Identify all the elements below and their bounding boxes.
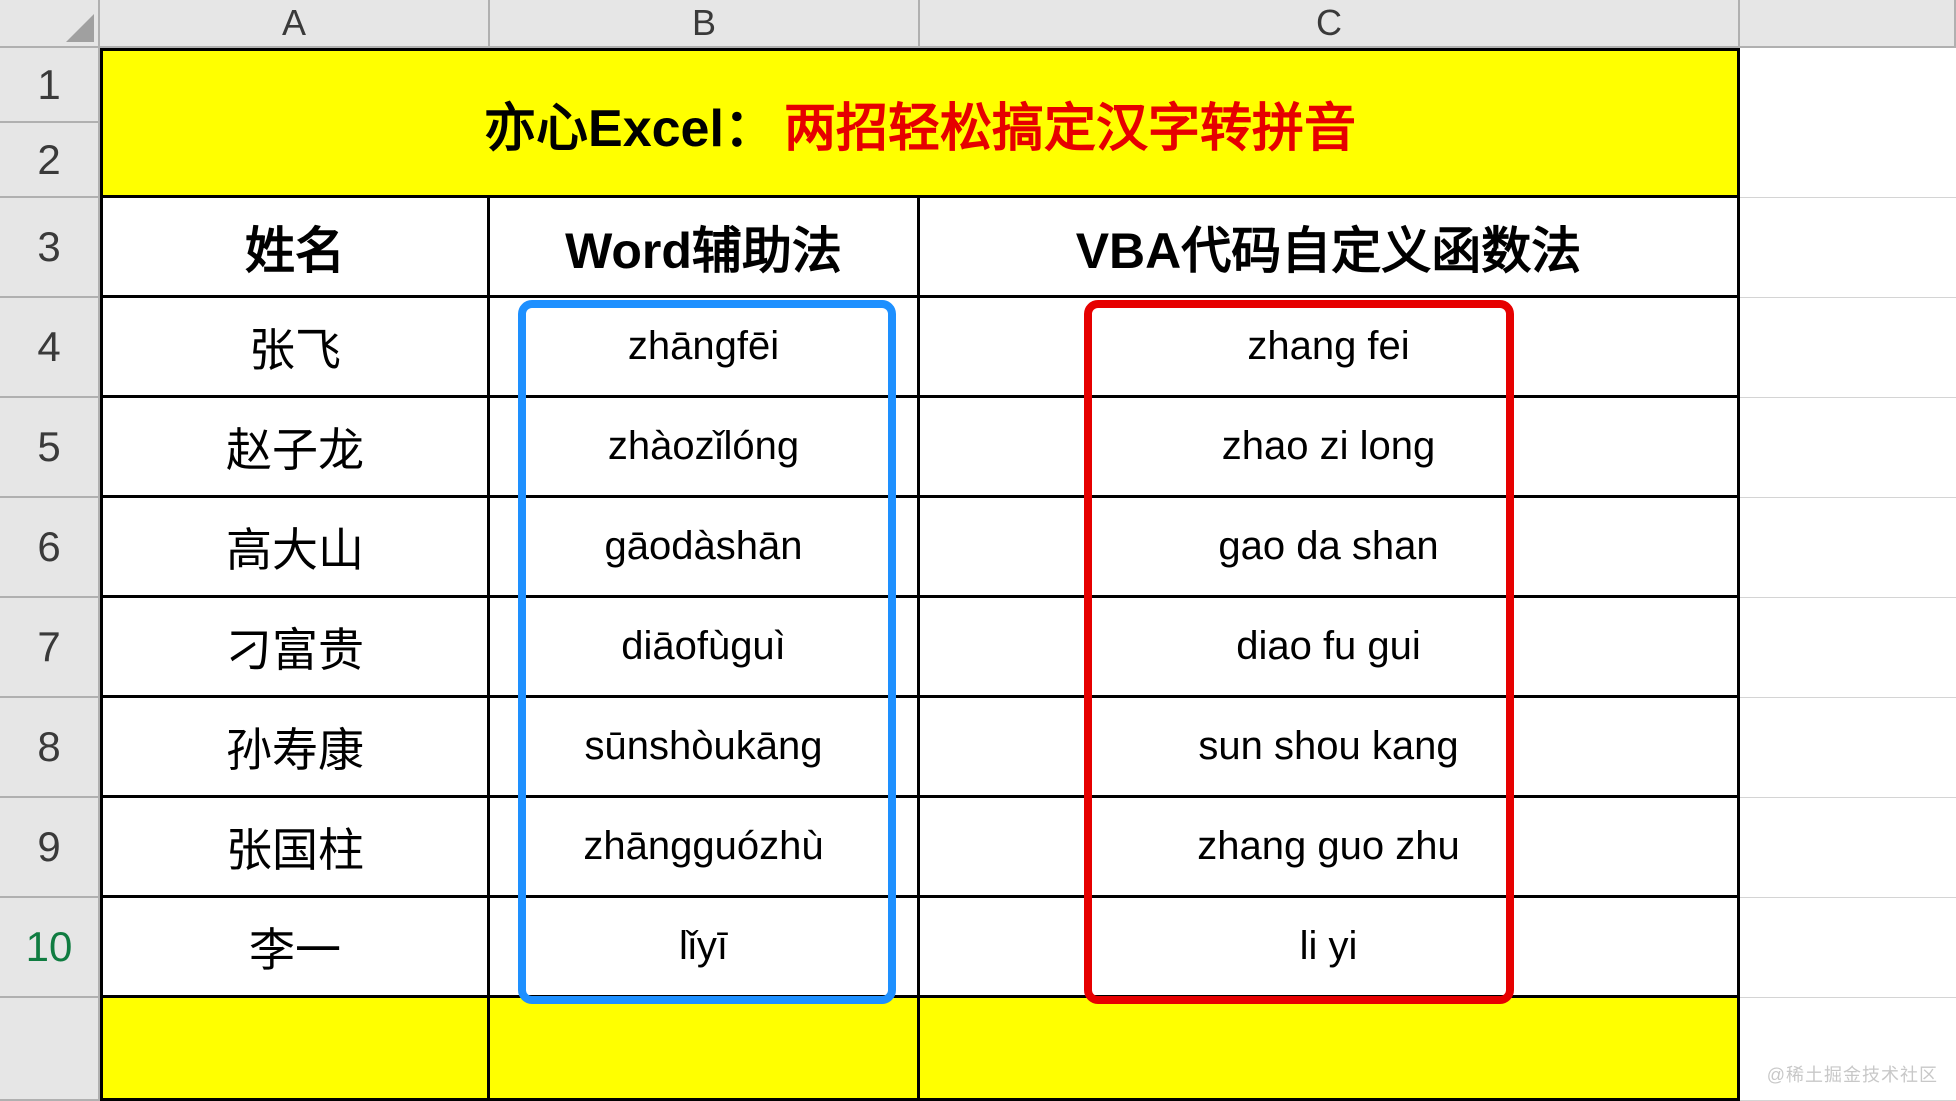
row-header-9[interactable]: 9 (0, 798, 100, 898)
cell-word[interactable]: zhàozǐlóng (490, 398, 920, 498)
cell-name[interactable]: 张国柱 (100, 798, 490, 898)
watermark: @稀土掘金技术社区 (1767, 1061, 1938, 1087)
cell-vba[interactable]: li yi (920, 898, 1740, 998)
cell-vba[interactable]: zhao zi long (920, 398, 1740, 498)
row-header-8[interactable]: 8 (0, 698, 100, 798)
col-header-rest[interactable] (1740, 0, 1956, 48)
cell-blank[interactable] (1740, 398, 1956, 498)
spreadsheet: A B C 1 2 3 4 5 6 7 8 9 10 亦心Excel： 两招轻松… (0, 0, 1956, 1101)
table-row: 高大山 gāodàshān gao da shan (100, 498, 1956, 598)
cell-name[interactable]: 刁富贵 (100, 598, 490, 698)
header-cell-word[interactable]: Word辅助法 (490, 198, 920, 298)
cell-word[interactable]: sūnshòukāng (490, 698, 920, 798)
title-cell[interactable]: 亦心Excel： 两招轻松搞定汉字转拼音 (100, 48, 1740, 198)
grid-body: 亦心Excel： 两招轻松搞定汉字转拼音 姓名 Word辅助法 VBA代码自定义… (100, 48, 1956, 1101)
row-header-4[interactable]: 4 (0, 298, 100, 398)
select-all-corner[interactable] (0, 0, 100, 48)
cell-blank[interactable] (1740, 898, 1956, 998)
cell-name[interactable]: 赵子龙 (100, 398, 490, 498)
cell-name[interactable]: 张飞 (100, 298, 490, 398)
row-header-3[interactable]: 3 (0, 198, 100, 298)
cell-vba[interactable]: gao da shan (920, 498, 1740, 598)
title-part2: 两招轻松搞定汉字转拼音 (784, 86, 1356, 161)
row-headers: 1 2 3 4 5 6 7 8 9 10 (0, 48, 100, 1101)
table-row: 刁富贵 diāofùguì diao fu gui (100, 598, 1956, 698)
cell-blank[interactable] (1740, 48, 1956, 198)
cell-vba[interactable]: sun shou kang (920, 698, 1740, 798)
cell-blank[interactable] (490, 998, 920, 1101)
header-cell-vba[interactable]: VBA代码自定义函数法 (920, 198, 1740, 298)
cell-blank[interactable] (1740, 798, 1956, 898)
cell-word[interactable]: diāofùguì (490, 598, 920, 698)
row-header-5[interactable]: 5 (0, 398, 100, 498)
cell-blank[interactable] (1740, 498, 1956, 598)
cell-blank[interactable] (100, 998, 490, 1101)
table-row: 张飞 zhāngfēi zhang fei (100, 298, 1956, 398)
header-cell-name[interactable]: 姓名 (100, 198, 490, 298)
cell-blank[interactable] (1740, 698, 1956, 798)
cell-blank[interactable] (1740, 198, 1956, 298)
table-row: 赵子龙 zhàozǐlóng zhao zi long (100, 398, 1956, 498)
cell-vba[interactable]: zhang fei (920, 298, 1740, 398)
cell-name[interactable]: 高大山 (100, 498, 490, 598)
cell-blank[interactable] (1740, 298, 1956, 398)
row-header-2[interactable]: 2 (0, 123, 100, 198)
cell-word[interactable]: zhāngfēi (490, 298, 920, 398)
col-header-c[interactable]: C (920, 0, 1740, 48)
cell-blank[interactable] (920, 998, 1740, 1101)
cell-name[interactable]: 李一 (100, 898, 490, 998)
cell-word[interactable]: zhāngguózhù (490, 798, 920, 898)
table-row: 孙寿康 sūnshòukāng sun shou kang (100, 698, 1956, 798)
row-header-7[interactable]: 7 (0, 598, 100, 698)
col-header-a[interactable]: A (100, 0, 490, 48)
cell-word[interactable]: lǐyī (490, 898, 920, 998)
cell-name[interactable]: 孙寿康 (100, 698, 490, 798)
table-row: 张国柱 zhāngguózhù zhang guo zhu (100, 798, 1956, 898)
row-header-11[interactable] (0, 998, 100, 1101)
cell-vba[interactable]: zhang guo zhu (920, 798, 1740, 898)
column-headers: A B C (100, 0, 1956, 48)
row-header-1[interactable]: 1 (0, 48, 100, 123)
table-row: 李一 lǐyī li yi (100, 898, 1956, 998)
col-header-b[interactable]: B (490, 0, 920, 48)
cell-blank[interactable] (1740, 598, 1956, 698)
title-part1: 亦心Excel： (484, 86, 776, 161)
cell-word[interactable]: gāodàshān (490, 498, 920, 598)
cell-vba[interactable]: diao fu gui (920, 598, 1740, 698)
row-header-6[interactable]: 6 (0, 498, 100, 598)
row-header-10[interactable]: 10 (0, 898, 100, 998)
